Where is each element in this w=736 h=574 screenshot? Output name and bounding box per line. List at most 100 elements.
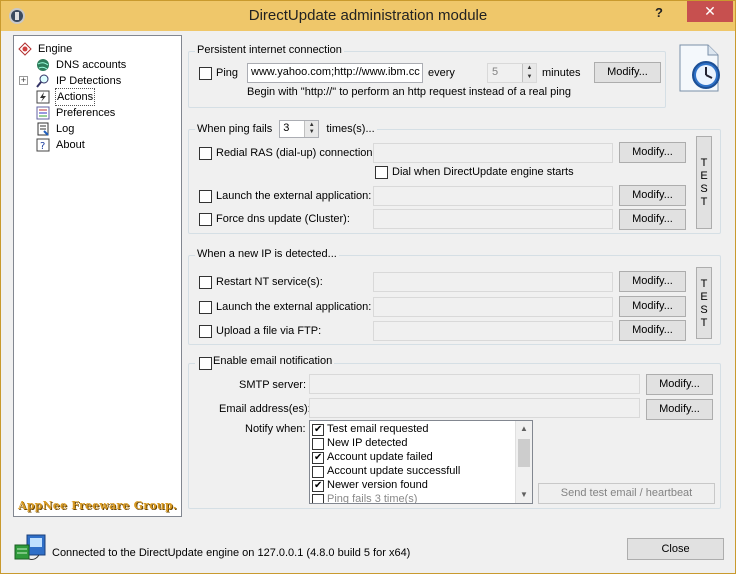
test-ping-fails-button[interactable]: TEST (696, 136, 712, 229)
interval-up-arrow[interactable]: ▲ (522, 64, 536, 73)
ping-label: Ping (216, 67, 239, 79)
magnifier-icon (36, 74, 49, 88)
restart-service-field[interactable] (373, 272, 613, 292)
navigation-tree[interactable]: Engine DNS accounts + IP Detections Acti… (13, 35, 182, 517)
notify-item-label: Test email requested (327, 423, 429, 435)
notify-checkbox[interactable] (312, 494, 324, 503)
persistent-connection-group: Persistent internet connection Ping www.… (188, 44, 666, 108)
ping-host-input[interactable]: www.yahoo.com;http://www.ibm.cc (247, 63, 423, 83)
test-label-1: TEST (700, 157, 708, 208)
dial-on-start-label: Dial when DirectUpdate engine starts (392, 166, 574, 178)
email-address-field[interactable] (309, 398, 640, 418)
notify-checkbox[interactable] (312, 438, 324, 450)
notify-checkbox[interactable] (312, 479, 324, 492)
ping-checkbox[interactable] (199, 67, 212, 80)
launch-app-checkbox-2[interactable] (199, 301, 212, 314)
client-area: Engine DNS accounts + IP Detections Acti… (9, 31, 729, 567)
notify-item-label: New IP detected (327, 437, 408, 449)
fail-count-stepper[interactable]: 3 ▲ ▼ (279, 120, 320, 138)
launch-modify-button-1[interactable]: Modify... (619, 185, 686, 206)
fail-count-down-arrow[interactable]: ▼ (304, 128, 319, 137)
force-dns-field[interactable] (373, 209, 613, 229)
enable-email-label: Enable email notification (213, 355, 333, 367)
upload-ftp-field[interactable] (373, 321, 613, 341)
ping-fails-title: When ping fails 3 ▲ ▼ times(s)... (195, 120, 377, 138)
send-test-email-button[interactable]: Send test email / heartbeat (538, 483, 715, 504)
watermark-logo: AppNee Freeware Group. (18, 499, 177, 512)
dial-on-start-checkbox[interactable] (375, 166, 388, 179)
ping-modify-button[interactable]: Modify... (594, 62, 661, 83)
help-icon: ? (36, 138, 50, 152)
scroll-thumb[interactable] (518, 439, 530, 467)
notify-checkbox[interactable] (312, 466, 324, 478)
launch-app-checkbox-1[interactable] (199, 190, 212, 203)
scheduler-clock-icon (679, 44, 720, 92)
email-group: Enable email notification SMTP server: M… (188, 355, 721, 509)
scroll-down-arrow[interactable]: ▼ (516, 487, 532, 503)
interval-value: 5 (492, 66, 499, 78)
smtp-server-field[interactable] (309, 374, 640, 394)
force-dns-modify-button[interactable]: Modify... (619, 209, 686, 230)
email-group-title: Enable email notification (195, 355, 335, 367)
launch-modify-button-2[interactable]: Modify... (619, 296, 686, 317)
redial-ras-label: Redial RAS (dial-up) connection: (216, 147, 376, 159)
svg-text:?: ? (40, 141, 45, 152)
force-dns-label: Force dns update (Cluster): (216, 213, 350, 225)
scroll-up-arrow[interactable]: ▲ (516, 421, 532, 437)
test-new-ip-button[interactable]: TEST (696, 267, 712, 339)
smtp-modify-button[interactable]: Modify... (646, 374, 713, 395)
close-button[interactable]: Close (627, 538, 724, 560)
redial-modify-button[interactable]: Modify... (619, 142, 686, 163)
persistent-group-title: Persistent internet connection (195, 44, 344, 56)
test-label-2: TEST (700, 278, 708, 329)
interval-down-arrow[interactable]: ▼ (522, 73, 536, 82)
globe-icon (37, 59, 49, 71)
new-ip-title: When a new IP is detected... (195, 248, 339, 260)
ping-fails-group: When ping fails 3 ▲ ▼ times(s)... Redial… (188, 120, 721, 234)
force-dns-checkbox[interactable] (199, 213, 212, 226)
address-modify-button[interactable]: Modify... (646, 399, 713, 420)
minutes-label: minutes (542, 67, 581, 79)
log-icon (37, 122, 49, 136)
interval-stepper[interactable]: 5 ▲ ▼ (487, 63, 537, 83)
launch-app-label-2: Launch the external application: (216, 301, 372, 313)
ping-fails-prefix: When ping fails (197, 122, 273, 135)
upload-ftp-checkbox[interactable] (199, 325, 212, 338)
notify-item-label: Account update successfull (327, 465, 461, 477)
enable-email-checkbox[interactable] (199, 357, 212, 370)
launch-app-field-2[interactable] (373, 297, 613, 317)
redial-ras-checkbox[interactable] (199, 147, 212, 160)
notify-item-label: Ping fails 3 time(s) (327, 493, 418, 504)
main-window: DirectUpdate administration module ? ✕ E… (0, 0, 736, 574)
notify-checkbox[interactable] (312, 423, 324, 436)
restart-modify-button[interactable]: Modify... (619, 271, 686, 292)
close-window-button[interactable]: ✕ (687, 1, 733, 22)
launch-app-field-1[interactable] (373, 186, 613, 206)
notify-when-list[interactable]: Test email requested New IP detected Acc… (309, 420, 533, 504)
notify-list-scrollbar[interactable]: ▲ ▼ (515, 421, 532, 503)
new-ip-group: When a new IP is detected... Restart NT … (188, 248, 721, 345)
smtp-label: SMTP server: (239, 379, 307, 391)
expand-toggle[interactable]: + (19, 76, 28, 85)
restart-service-checkbox[interactable] (199, 276, 212, 289)
notify-checkbox[interactable] (312, 451, 324, 464)
upload-modify-button[interactable]: Modify... (619, 320, 686, 341)
connection-status-icon (14, 534, 46, 560)
ping-hint-text: Begin with "http://" to perform an http … (247, 86, 571, 98)
status-text: Connected to the DirectUpdate engine on … (52, 547, 411, 559)
notify-item-label: Newer version found (327, 479, 428, 491)
bolt-icon (36, 90, 50, 104)
title-bar[interactable]: DirectUpdate administration module ? ✕ (1, 1, 735, 31)
redial-ras-field[interactable] (373, 143, 613, 163)
every-label: every (428, 67, 455, 79)
upload-ftp-label: Upload a file via FTP: (216, 325, 322, 337)
launch-app-label-1: Launch the external application: (216, 190, 372, 202)
list-icon (36, 106, 50, 120)
engine-icon (18, 42, 32, 56)
notify-when-label: Notify when: (245, 423, 306, 435)
window-title: DirectUpdate administration module (248, 7, 488, 24)
email-address-label: Email address(es): (219, 403, 311, 415)
ping-fails-suffix: times(s)... (326, 122, 375, 135)
notify-item-label: Account update failed (327, 451, 433, 463)
help-button[interactable]: ? (655, 5, 663, 20)
